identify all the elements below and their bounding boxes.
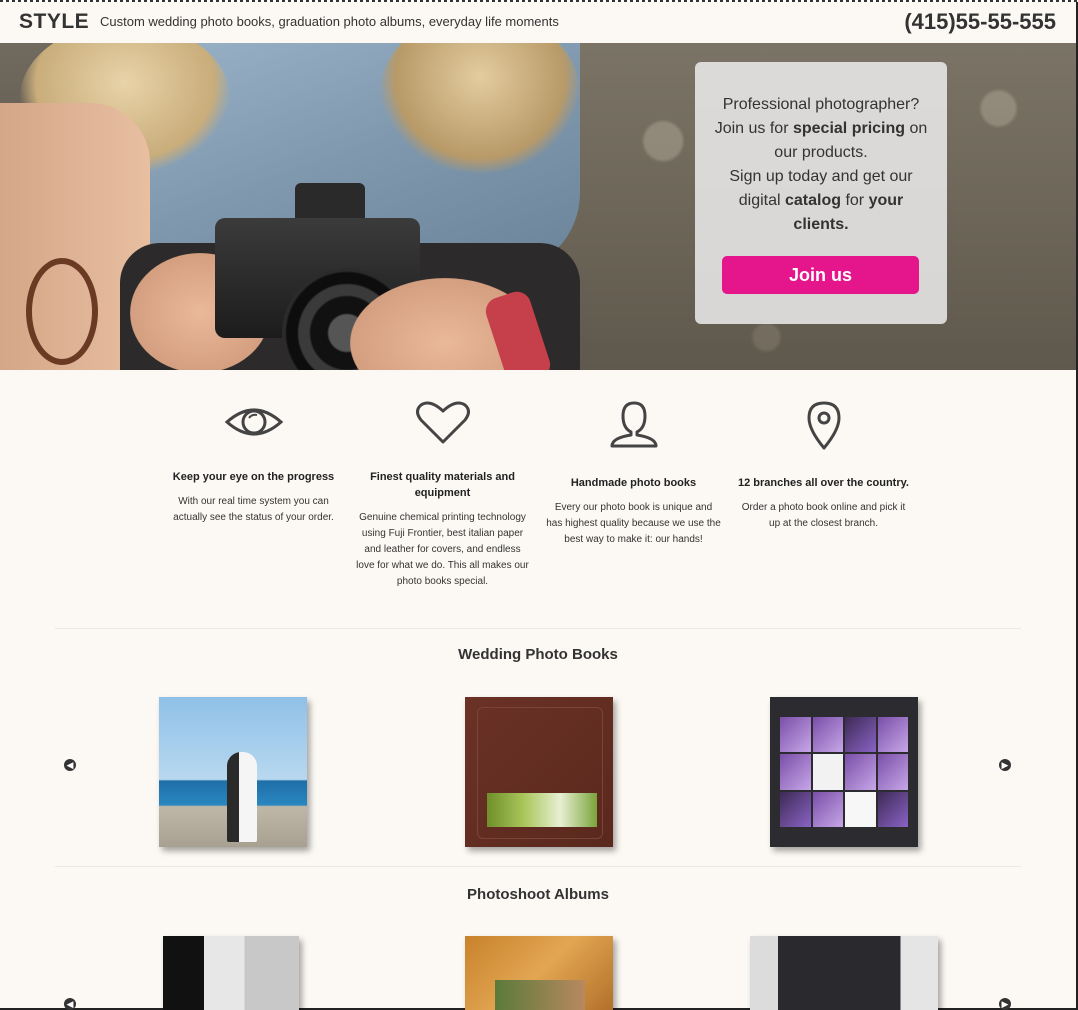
product-wedding-book-2[interactable] [465, 697, 613, 847]
feature-progress: Keep your eye on the progress With our r… [166, 400, 341, 526]
feature-description: With our real time system you can actual… [173, 496, 334, 523]
section-title-photoshoot: Photoshoot Albums [467, 886, 609, 903]
section-title-wedding: Wedding Photo Books [458, 646, 618, 663]
feature-title: Finest quality materials and equipment [370, 471, 515, 499]
brand-logo[interactable]: STYLE [19, 10, 89, 34]
product-album-3[interactable] [750, 936, 938, 1010]
product-wedding-book-1[interactable] [159, 697, 307, 847]
feature-description: Every our photo book is unique and has h… [546, 502, 721, 545]
features-section: Keep your eye on the progress With our r… [0, 370, 1076, 630]
site-header: STYLE Custom wedding photo books, gradua… [0, 2, 1076, 42]
product-wedding-book-3[interactable] [770, 697, 918, 847]
promo-line-3c: for [841, 192, 869, 209]
chevron-left-icon[interactable]: ◀ [64, 998, 76, 1010]
promo-line-2b: special pricing [792, 120, 906, 137]
divider [55, 628, 1021, 629]
feature-title: 12 branches all over the country. [738, 477, 909, 489]
promo-line-1: Professional photographer? [722, 96, 920, 113]
user-icon [610, 401, 657, 448]
promo-text: Professional photographer? Join us for s… [711, 93, 931, 237]
book-photo-strip [487, 793, 597, 827]
feature-description: Genuine chemical printing technology usi… [356, 512, 529, 587]
book-photo-grid [780, 717, 908, 827]
chevron-right-icon[interactable]: ▶ [999, 759, 1011, 771]
divider [55, 866, 1021, 867]
album-photo [495, 980, 585, 1010]
map-pin-icon [807, 401, 840, 450]
heart-icon [415, 401, 470, 444]
photo-couple [227, 752, 257, 842]
feature-description: Order a photo book online and pick it up… [741, 502, 906, 529]
product-album-1[interactable] [163, 936, 299, 1010]
promo-box: Professional photographer? Join us for s… [695, 62, 947, 324]
hero-banner: Professional photographer? Join us for s… [0, 43, 1076, 370]
product-album-2[interactable] [465, 936, 613, 1010]
feature-title: Handmade photo books [570, 477, 697, 489]
chevron-left-icon[interactable]: ◀ [64, 759, 76, 771]
feature-title: Keep your eye on the progress [172, 471, 335, 483]
feature-branches: 12 branches all over the country. Order … [736, 400, 911, 532]
hero-bracelet [26, 258, 98, 365]
phone-number[interactable]: (415)55-55-555 [904, 9, 1056, 35]
header-tagline: Custom wedding photo books, graduation p… [100, 14, 559, 29]
join-us-button[interactable]: Join us [722, 256, 919, 294]
feature-quality: Finest quality materials and equipment G… [355, 400, 530, 590]
promo-line-2a: Join us for [714, 120, 793, 137]
promo-line-3b: catalog [785, 192, 842, 209]
feature-handmade: Handmade photo books Every our photo boo… [546, 400, 721, 548]
chevron-right-icon[interactable]: ▶ [999, 998, 1011, 1010]
eye-icon [224, 408, 283, 436]
